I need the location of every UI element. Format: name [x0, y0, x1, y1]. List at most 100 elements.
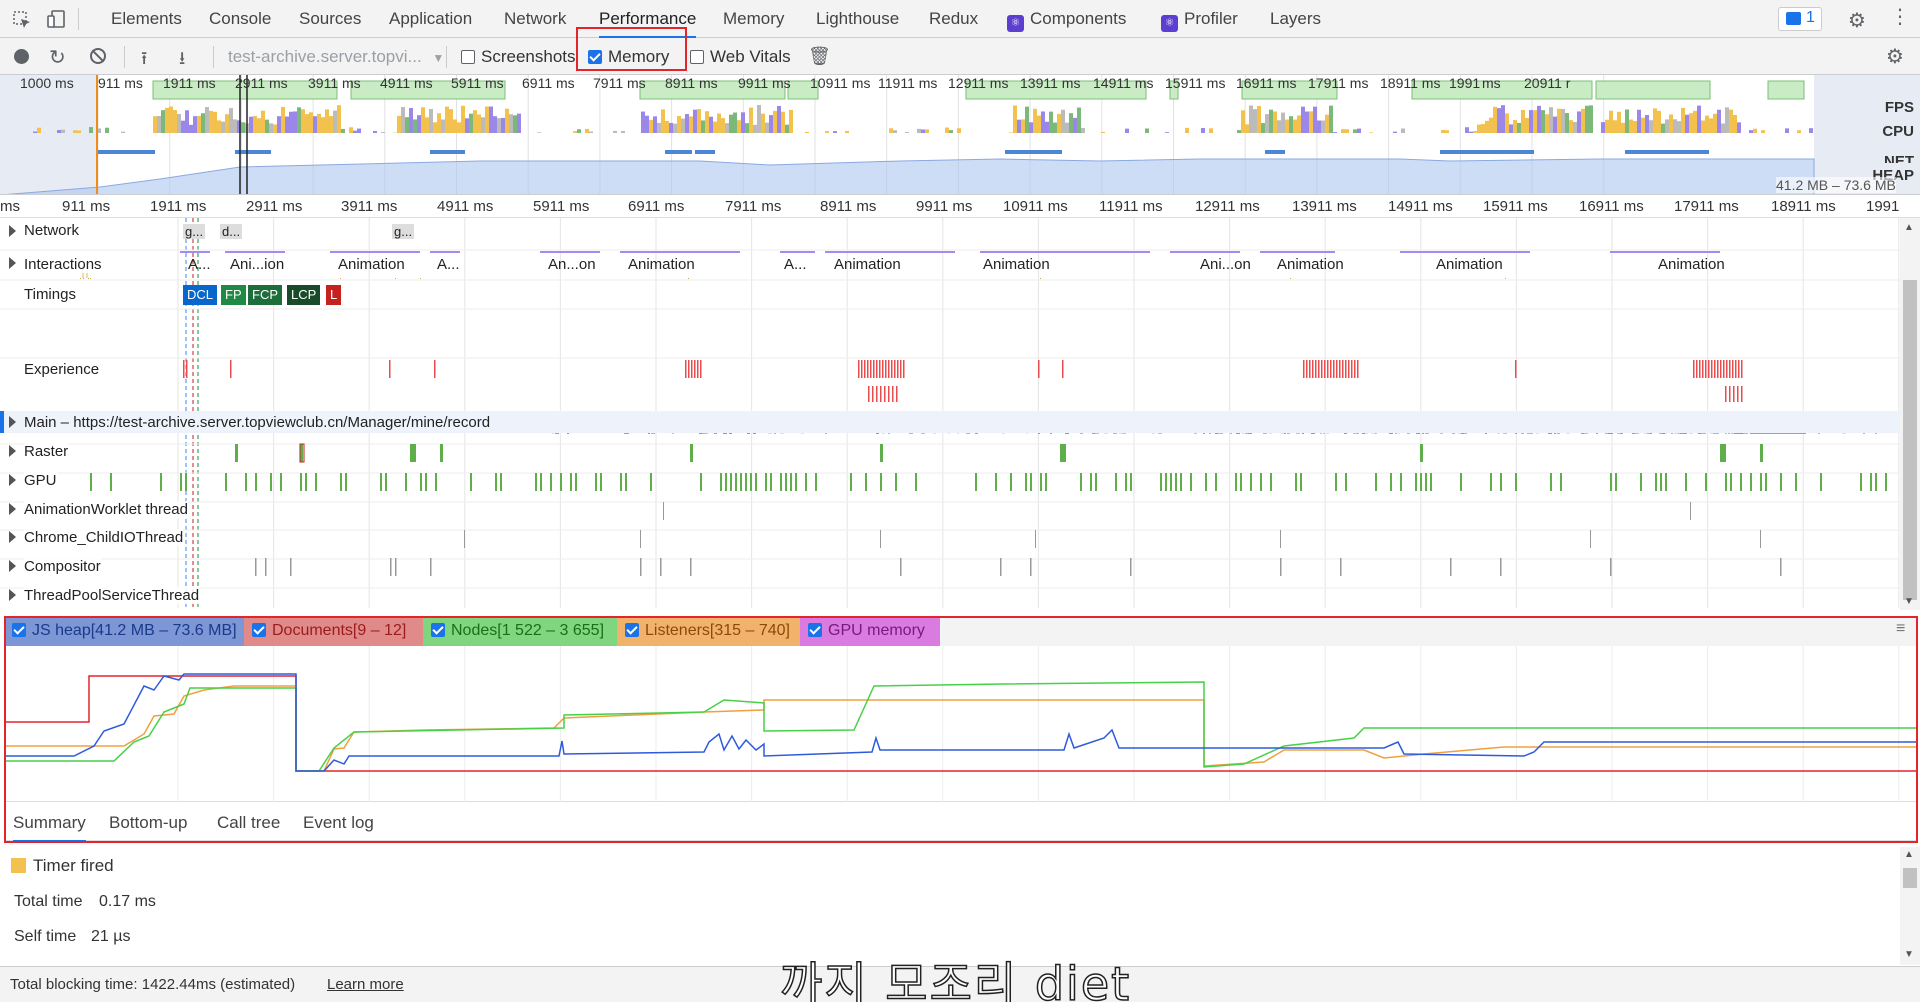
cpu-activity-bar: [1529, 110, 1533, 133]
interaction-label[interactable]: Animation: [628, 256, 695, 273]
tab-application[interactable]: Application: [389, 0, 472, 38]
more-options-icon[interactable]: ⋮: [1890, 7, 1910, 27]
scrollbar-thumb[interactable]: [1903, 868, 1917, 888]
main-thread-label: Main – https://test-archive.server.topvi…: [24, 414, 491, 431]
ruler-tick-label: 13911 ms: [1292, 198, 1357, 215]
cpu-activity-bar: [241, 122, 245, 133]
cpu-activity-bar: [465, 118, 469, 133]
tab-elements[interactable]: Elements: [111, 0, 182, 38]
scrollbar-thumb[interactable]: [1903, 280, 1917, 600]
cpu-activity-bar: [73, 130, 77, 133]
cpu-activity-bar: [381, 132, 385, 133]
cpu-activity-bar: [1513, 120, 1517, 133]
overview-tick-label: 1000 ms: [20, 75, 74, 91]
child-io-thread-track[interactable]: Chrome_ChildIOThread: [0, 526, 1900, 548]
settings-gear-icon[interactable]: ⚙: [1848, 8, 1866, 33]
interaction-label[interactable]: An...on: [548, 256, 596, 273]
network-request[interactable]: d...: [220, 224, 243, 239]
fcp-marker[interactable]: FCP: [248, 285, 282, 305]
video-caption: 까지 모조리 diet: [779, 956, 1132, 1002]
scroll-up-icon[interactable]: ▲: [1904, 849, 1914, 860]
cpu-activity-bar: [1573, 121, 1577, 133]
interaction-label[interactable]: Ani...ion: [230, 256, 284, 273]
cpu-activity-bar: [845, 130, 849, 133]
tracks-scrollbar[interactable]: ▲ ▼: [1900, 218, 1920, 610]
fp-marker[interactable]: FP: [221, 285, 246, 305]
ruler-tick-label: 11911 ms: [1099, 198, 1163, 215]
interaction-label[interactable]: Animation: [834, 256, 901, 273]
experience-track[interactable]: Experience: [0, 358, 1900, 406]
interactions-track[interactable]: Interactions A... Ani...ion Animation A... A…: [0, 252, 1900, 278]
upload-profile-icon[interactable]: ⭱: [141, 46, 147, 76]
tab-memory[interactable]: Memory: [723, 0, 784, 38]
cpu-activity-bar: [321, 117, 325, 133]
lcp-marker[interactable]: LCP: [287, 285, 321, 305]
load-marker[interactable]: L: [326, 285, 342, 305]
download-profile-icon[interactable]: ⭳: [179, 46, 185, 76]
network-request[interactable]: g...: [183, 224, 206, 239]
tab-console[interactable]: Console: [209, 0, 271, 38]
gpu-track[interactable]: GPU: [0, 469, 1900, 491]
cpu-activity-bar: [773, 110, 777, 133]
cpu-activity-bar: [1637, 109, 1641, 133]
recording-select[interactable]: test-archive.server.topvi... ▼: [228, 38, 444, 75]
cpu-activity-bar: [701, 120, 705, 133]
raster-track[interactable]: Raster: [0, 440, 1900, 462]
network-request[interactable]: g...: [392, 224, 415, 239]
record-icon[interactable]: [14, 49, 29, 64]
cpu-activity-bar: [341, 128, 345, 133]
tab-lighthouse[interactable]: Lighthouse: [816, 0, 899, 38]
cpu-activity-bar: [249, 116, 253, 133]
scroll-down-icon[interactable]: ▼: [1904, 596, 1914, 607]
clear-icon[interactable]: [90, 48, 106, 64]
timeline-overview[interactable]: 1000 ms 911 ms 1911 ms 2911 ms 3911 ms 4911 m…: [0, 75, 1920, 195]
main-thread-track[interactable]: Main – https://test-archive.server.topvi…: [0, 411, 1900, 433]
interaction-label[interactable]: Animation: [1658, 256, 1725, 273]
cpu-activity-bar: [1257, 105, 1261, 133]
interaction-label[interactable]: Animation: [1277, 256, 1344, 273]
cpu-activity-bar: [173, 110, 177, 133]
interaction-label[interactable]: A...: [437, 256, 460, 273]
net-request-bar: [430, 150, 465, 154]
issues-button[interactable]: 1: [1778, 7, 1822, 31]
animation-worklet-track[interactable]: AnimationWorklet thread: [0, 498, 1900, 520]
interaction-label[interactable]: Animation: [338, 256, 405, 273]
dcl-marker[interactable]: DCL: [183, 285, 218, 305]
cpu-activity-bar: [1289, 116, 1293, 133]
trash-icon[interactable]: 🗑: [808, 46, 831, 67]
scroll-down-icon[interactable]: ▼: [1904, 949, 1914, 960]
cpu-activity-bar: [697, 109, 701, 133]
timing-tick: [83, 278, 84, 279]
cpu-activity-bar: [661, 109, 665, 133]
reload-icon[interactable]: ↻: [49, 45, 66, 70]
interaction-label[interactable]: Ani...on: [1200, 256, 1251, 273]
scroll-up-icon[interactable]: ▲: [1904, 222, 1914, 233]
inspect-element-icon[interactable]: [12, 10, 32, 35]
interaction-label[interactable]: A...: [784, 256, 807, 273]
event-color-swatch: [11, 858, 26, 873]
timings-track[interactable]: Timings DCL FP FCP LCP L: [0, 282, 1900, 356]
tab-network[interactable]: Network: [504, 0, 566, 38]
device-toolbar-icon[interactable]: [46, 9, 66, 34]
tab-sources[interactable]: Sources: [299, 0, 361, 38]
tab-redux[interactable]: Redux: [929, 0, 978, 38]
tab-layers[interactable]: Layers: [1270, 0, 1321, 38]
web-vitals-checkbox[interactable]: Web Vitals: [690, 38, 791, 75]
cpu-activity-bar: [905, 132, 909, 133]
summary-scrollbar[interactable]: ▲ ▼: [1900, 847, 1920, 965]
interaction-label[interactable]: Animation: [983, 256, 1050, 273]
interaction-label[interactable]: Animation: [1436, 256, 1503, 273]
cpu-activity-bar: [729, 114, 733, 133]
capture-settings-gear-icon[interactable]: ⚙: [1886, 44, 1904, 69]
cpu-activity-bar: [1617, 111, 1621, 133]
network-track[interactable]: Network g... d... g...: [0, 220, 1900, 246]
screenshots-checkbox[interactable]: Screenshots: [461, 38, 576, 75]
cpu-activity-bar: [501, 117, 505, 133]
react-icon: ⚛: [1007, 15, 1024, 32]
interaction-label[interactable]: A...: [188, 256, 211, 273]
tab-components[interactable]: ⚛ Components: [1007, 0, 1126, 38]
thread-pool-track[interactable]: ThreadPoolServiceThread: [0, 584, 1900, 606]
tab-profiler[interactable]: ⚛ Profiler: [1161, 0, 1238, 38]
learn-more-link[interactable]: Learn more: [327, 976, 404, 993]
compositor-track[interactable]: Compositor: [0, 555, 1900, 577]
